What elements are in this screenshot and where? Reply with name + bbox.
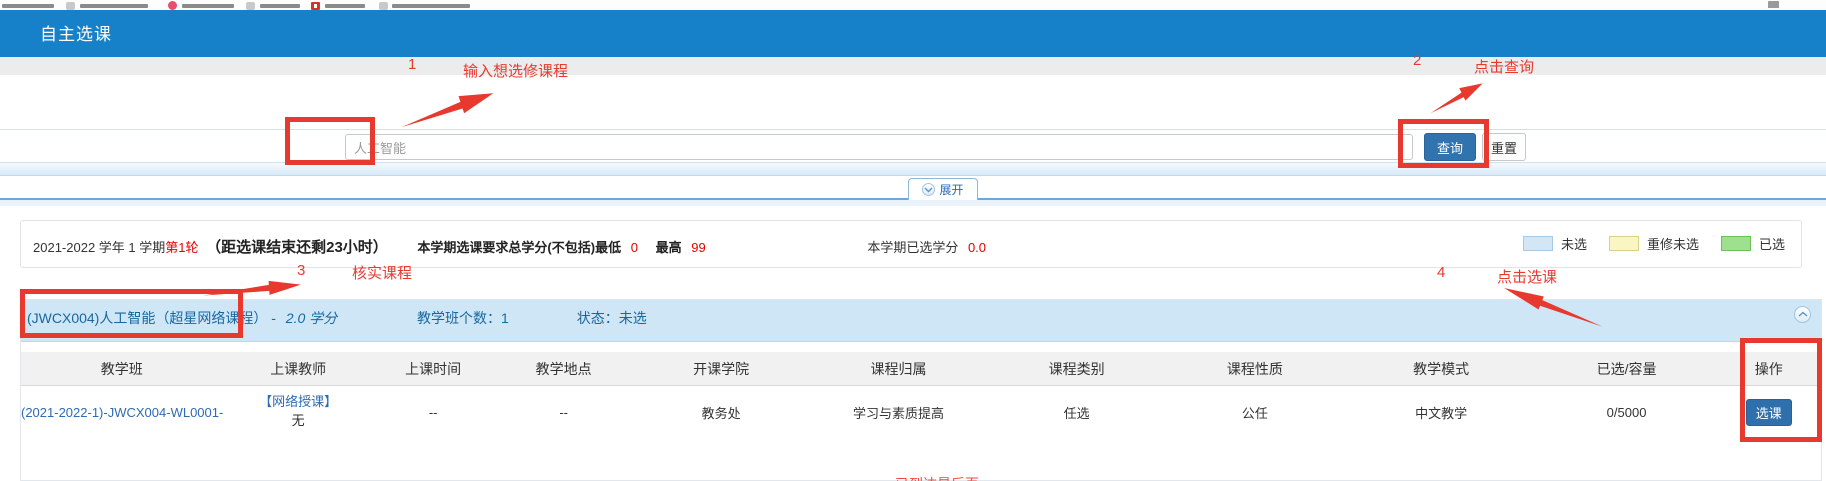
expand-toggle[interactable]: 展开 xyxy=(908,178,978,200)
term-label: 2021-2022 学年 1 学期 xyxy=(33,240,165,255)
course-belonging: 学习与素质提高 xyxy=(808,403,990,422)
table-row: (2021-2022-1)-JWCX004-WL0001-1 【网络授课】 无 … xyxy=(21,386,1821,438)
chevron-down-icon xyxy=(922,183,935,196)
unselected-swatch xyxy=(1523,236,1553,251)
red-square-favicon[interactable] xyxy=(311,2,320,10)
col-header: 课程类别 xyxy=(989,359,1164,379)
col-header: 开课学院 xyxy=(635,359,808,379)
legend-retake: 重修未选 xyxy=(1609,234,1699,253)
selected-label: 已选 xyxy=(1759,234,1785,253)
course-status: 状态：未选 xyxy=(577,310,647,326)
other-bookmarks-folder-icon[interactable] xyxy=(1768,1,1779,8)
collapse-icon[interactable] xyxy=(1794,306,1811,323)
selected-credits-label: 本学期已选学分 xyxy=(867,240,958,255)
annotation-rect-search-input xyxy=(285,117,375,165)
bookmark-item[interactable] xyxy=(80,4,148,8)
red-circle-favicon[interactable] xyxy=(168,1,177,10)
table-header-row: 教学班 上课教师 上课时间 教学地点 开课学院 课程归属 课程类别 课程性质 教… xyxy=(21,352,1821,386)
selected-swatch xyxy=(1721,236,1751,251)
selected-credits: 0.0 xyxy=(968,240,986,255)
annotation-arrow-2 xyxy=(1423,72,1490,123)
teacher-tag: 【网络授课】 xyxy=(259,394,337,409)
course-credits: 2.0 学分 xyxy=(286,310,337,326)
app-header: 自主选课 xyxy=(0,10,1826,57)
annotation-step2-label: 点击查询 xyxy=(1474,56,1534,77)
annotation-arrow-3 xyxy=(202,275,303,302)
legend-unselected: 未选 xyxy=(1523,234,1587,253)
bookmarks-bar xyxy=(0,0,1826,10)
bookmark-item[interactable] xyxy=(260,4,300,8)
annotation-rect-select-button xyxy=(1740,338,1822,442)
class-table: 教学班 上课教师 上课时间 教学地点 开课学院 课程归属 课程类别 课程性质 教… xyxy=(21,352,1821,438)
retake-label: 重修未选 xyxy=(1647,234,1699,253)
col-header: 课程性质 xyxy=(1164,359,1346,379)
teacher-cell: 【网络授课】 无 xyxy=(223,393,374,431)
max-credits: 99 xyxy=(691,240,705,255)
course-panel: (JWCX004)人工智能（超星网络课程） - 2.0 学分 教学班个数：1 状… xyxy=(20,299,1822,481)
col-header: 已选/容量 xyxy=(1537,359,1717,379)
annotation-step1-label: 输入想选修课程 xyxy=(463,60,568,81)
annotation-step1-number: 1 xyxy=(408,56,416,73)
legend-selected: 已选 xyxy=(1721,234,1785,253)
teacher-name: 无 xyxy=(292,413,305,428)
teaching-mode: 中文教学 xyxy=(1346,403,1537,422)
annotation-step4-number: 4 xyxy=(1437,264,1445,281)
course-nature: 公任 xyxy=(1164,403,1346,422)
round-label: 第1轮 xyxy=(165,240,198,255)
unselected-label: 未选 xyxy=(1561,234,1587,253)
capacity: 0/5000 xyxy=(1537,405,1717,420)
col-header: 教学班 xyxy=(21,359,223,379)
expand-strip: 展开 xyxy=(0,176,1826,200)
class-time: -- xyxy=(374,405,493,420)
bookmark-item[interactable] xyxy=(182,4,234,8)
bookmark-item[interactable] xyxy=(392,4,470,8)
annotation-step2-number: 2 xyxy=(1413,52,1421,69)
page-title: 自主选课 xyxy=(40,10,112,57)
bookmark-item[interactable] xyxy=(2,4,54,8)
status-legend: 未选 重修未选 已选 xyxy=(1523,234,1785,253)
max-label: 最高 xyxy=(656,240,682,255)
col-header: 上课教师 xyxy=(223,359,374,379)
min-credits: 0 xyxy=(631,240,638,255)
col-header: 教学模式 xyxy=(1346,359,1537,379)
end-of-list-hint: 已到达最后页 xyxy=(895,474,979,481)
annotation-step3-label: 核实课程 xyxy=(352,262,412,283)
sub-header-strip xyxy=(0,57,1826,75)
annotation-rect-query-button xyxy=(1398,119,1489,168)
page: 自主选课 查询 重置 展开 2021-2022 学年 1 学期第1轮 （距选课结… xyxy=(0,0,1826,481)
class-count: 教学班个数：1 xyxy=(417,310,509,326)
bookmark-site-icon[interactable] xyxy=(379,2,388,10)
col-header: 上课时间 xyxy=(374,359,493,379)
semester-panel: 2021-2022 学年 1 学期第1轮 （距选课结束还剩23小时） 本学期选课… xyxy=(20,220,1802,268)
col-header: 课程归属 xyxy=(808,359,990,379)
semester-info: 2021-2022 学年 1 学期第1轮 （距选课结束还剩23小时） 本学期选课… xyxy=(33,236,986,257)
bookmark-site-icon[interactable] xyxy=(246,2,255,10)
divider-strip xyxy=(0,163,1826,176)
requirement-label: 本学期选课要求总学分(不包括)最低 xyxy=(417,240,621,255)
bookmark-item[interactable] xyxy=(325,4,365,8)
course-search-input[interactable] xyxy=(345,134,1413,160)
college: 教务处 xyxy=(635,403,808,422)
retake-swatch xyxy=(1609,236,1639,251)
countdown-label: （距选课结束还剩23小时） xyxy=(206,239,388,256)
class-id-link[interactable]: (2021-2022-1)-JWCX004-WL0001-1 xyxy=(21,405,223,420)
course-category: 任选 xyxy=(989,403,1164,422)
filter-bar: 查询 重置 xyxy=(0,129,1826,163)
class-place: -- xyxy=(493,405,635,420)
bookmark-site-icon[interactable] xyxy=(66,2,75,10)
col-header: 教学地点 xyxy=(493,359,635,379)
divider-pale xyxy=(0,200,1826,206)
expand-label: 展开 xyxy=(939,181,963,198)
